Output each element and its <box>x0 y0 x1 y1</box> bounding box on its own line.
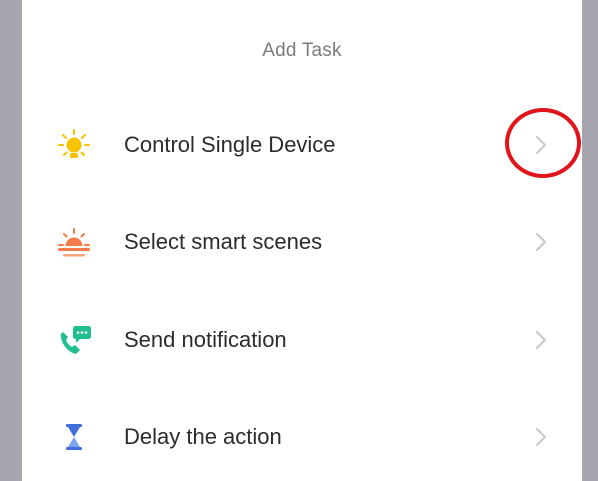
task-row-control-single-device[interactable]: Control Single Device <box>22 115 582 175</box>
task-row-send-notification[interactable]: Send notification <box>22 310 582 370</box>
task-row-delay-the-action[interactable]: Delay the action <box>22 407 582 467</box>
hourglass-icon <box>54 419 94 455</box>
task-label: Delay the action <box>124 424 282 449</box>
chevron-right-icon[interactable] <box>534 330 548 350</box>
sunset-icon <box>54 224 94 260</box>
chevron-right-icon[interactable] <box>534 232 548 252</box>
task-label: Select smart scenes <box>124 229 323 254</box>
phone-message-icon <box>54 322 94 358</box>
chevron-right-icon[interactable] <box>534 427 548 447</box>
chevron-right-icon[interactable] <box>534 135 548 155</box>
task-label: Send notification <box>124 327 287 352</box>
bulb-icon <box>54 127 94 163</box>
screen: Add Task Control Single Device Select sm… <box>0 0 598 481</box>
dimmed-backdrop-right[interactable] <box>582 0 598 481</box>
sheet-title: Add Task <box>262 40 342 61</box>
task-row-select-smart-scenes[interactable]: Select smart scenes <box>22 212 582 272</box>
add-task-sheet: Add Task Control Single Device Select sm… <box>22 0 582 481</box>
dimmed-backdrop-left[interactable] <box>0 0 22 481</box>
task-label: Control Single Device <box>124 132 336 157</box>
